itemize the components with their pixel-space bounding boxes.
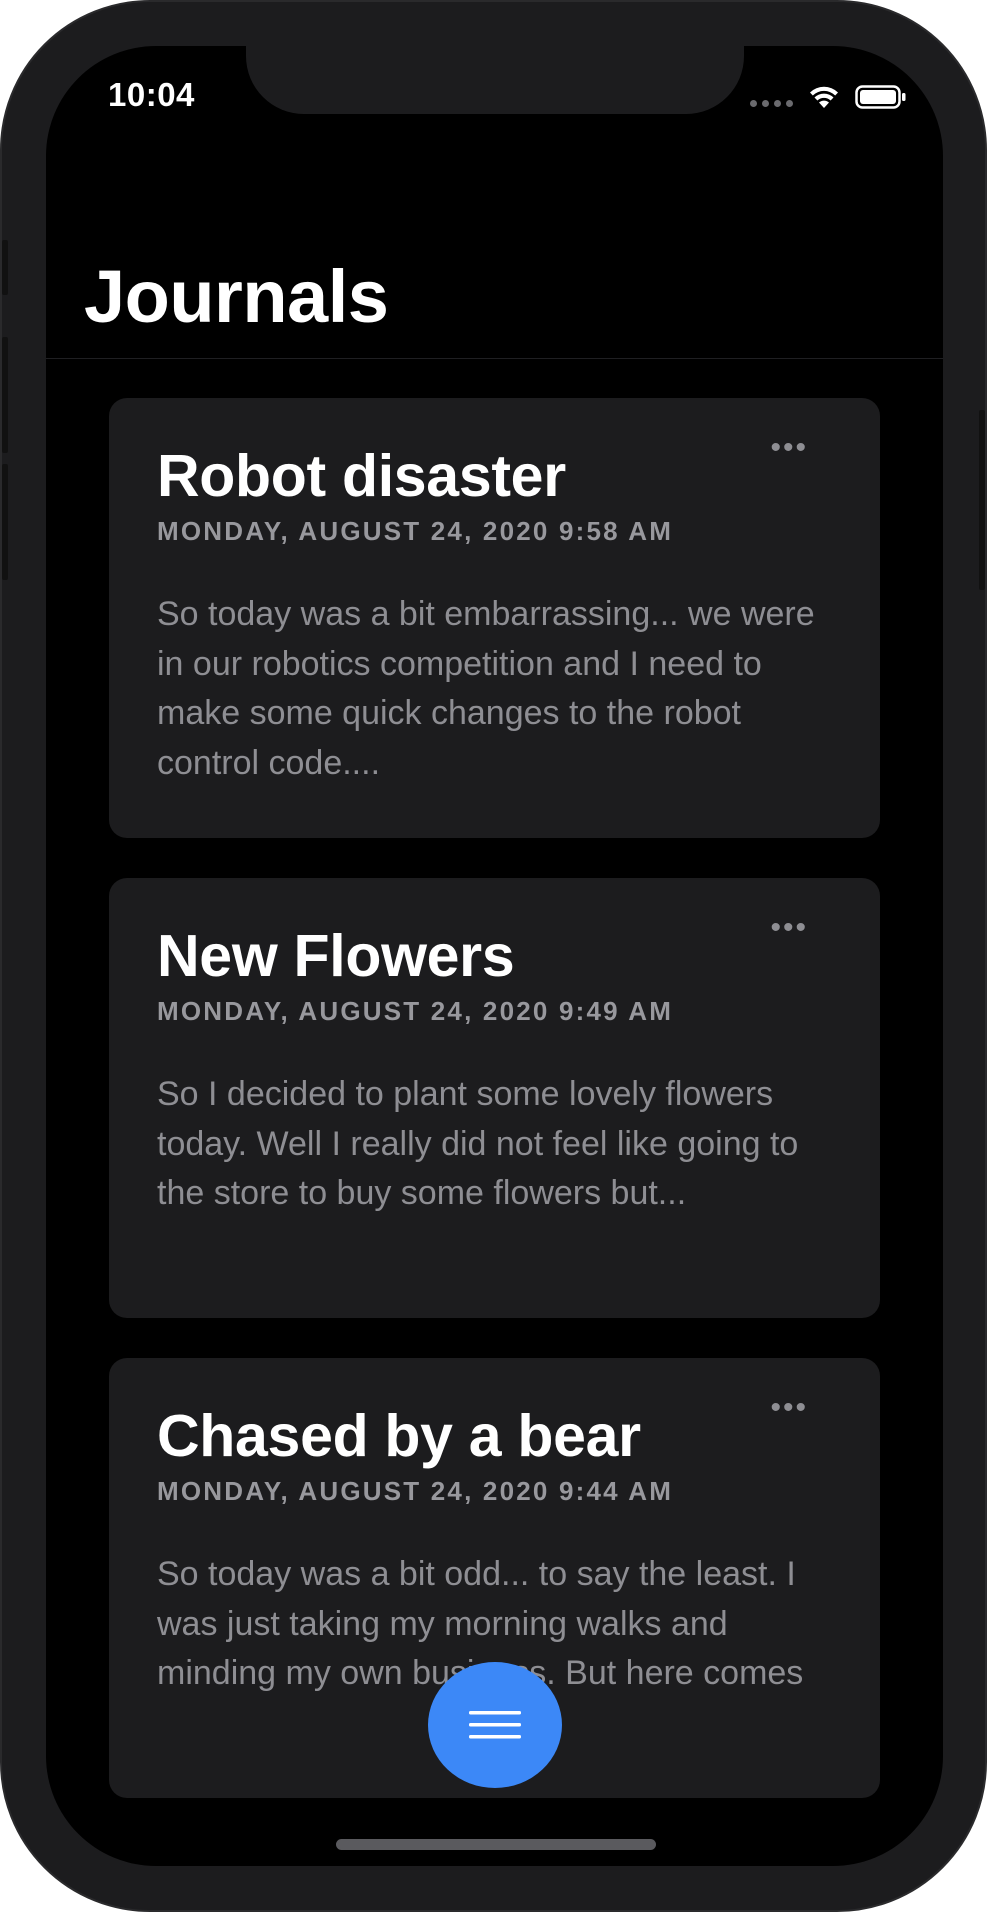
journal-title: Robot disaster (157, 443, 566, 509)
cellular-signal-icon (750, 87, 793, 107)
wifi-icon (810, 86, 838, 108)
journal-date: MONDAY, AUGUST 24, 2020 9:58 AM (157, 516, 674, 546)
volume-up-button (2, 337, 8, 453)
journal-preview: So today was a bit embarrassing... we we… (157, 595, 815, 782)
journal-preview: So I decided to plant some lovely flower… (157, 1075, 799, 1212)
screen: Journals 10:04 ••• Robot disaster MONDAY… (46, 46, 943, 1866)
home-indicator[interactable] (336, 1839, 656, 1850)
journal-date: MONDAY, AUGUST 24, 2020 9:44 AM (157, 1476, 674, 1506)
menu-icon (469, 1711, 521, 1739)
journal-title: New Flowers (157, 923, 515, 989)
status-icons (750, 84, 907, 110)
volume-down-button (2, 464, 8, 580)
more-options-icon[interactable]: ••• (770, 433, 808, 463)
menu-fab-button[interactable] (428, 1662, 562, 1788)
page-title: Journals (84, 255, 389, 338)
power-button (979, 410, 985, 590)
battery-icon (855, 85, 906, 109)
device-frame: Journals 10:04 ••• Robot disaster MONDAY… (0, 0, 987, 1912)
journal-title: Chased by a bear (157, 1403, 641, 1469)
more-options-icon[interactable]: ••• (770, 913, 808, 943)
journal-card[interactable]: ••• Robot disaster MONDAY, AUGUST 24, 20… (109, 398, 880, 838)
notch (246, 46, 744, 114)
journal-card[interactable]: ••• New Flowers MONDAY, AUGUST 24, 2020 … (109, 878, 880, 1318)
mute-switch (2, 240, 8, 295)
status-time: 10:04 (108, 76, 195, 113)
journal-date: MONDAY, AUGUST 24, 2020 9:49 AM (157, 996, 674, 1026)
more-options-icon[interactable]: ••• (770, 1393, 808, 1423)
